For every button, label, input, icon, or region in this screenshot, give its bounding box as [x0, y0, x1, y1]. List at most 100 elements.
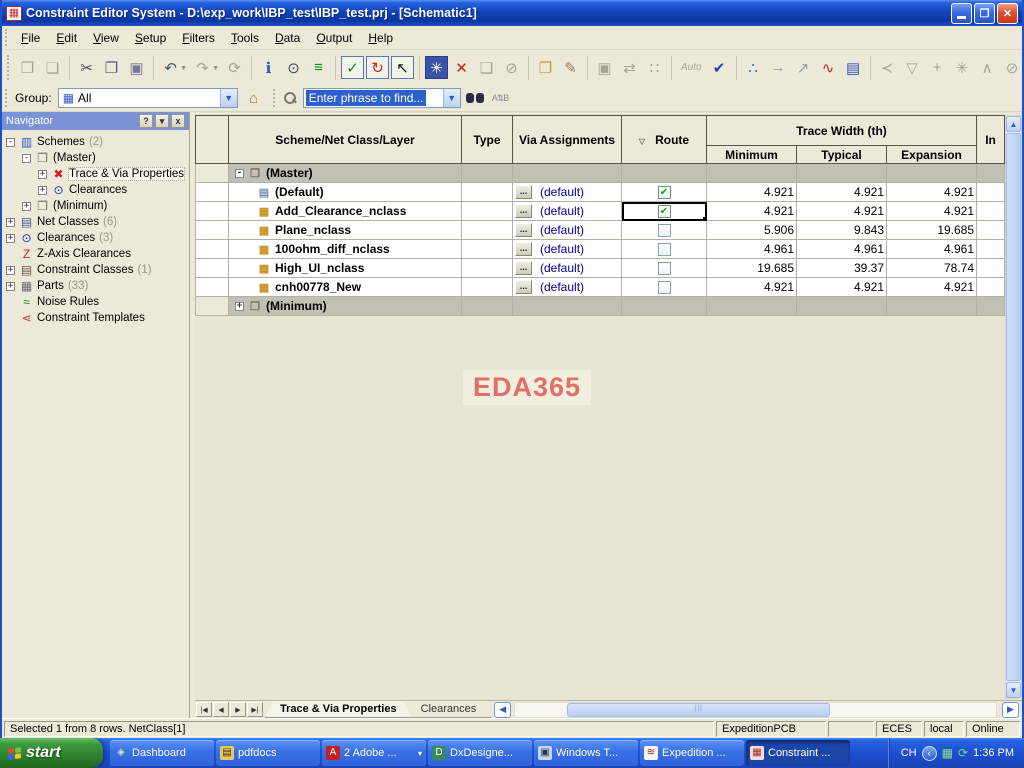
col-header-type[interactable]: Type: [461, 115, 513, 164]
tree-item-master[interactable]: - ❒ (Master): [4, 150, 187, 166]
tree-item-label[interactable]: Trace & Via Properties: [67, 167, 186, 181]
tree-item-z-axis-clearances[interactable]: +ZZ-Axis Clearances: [4, 246, 187, 262]
route-cell[interactable]: [621, 239, 707, 259]
via-browse-button[interactable]: ...: [515, 223, 532, 238]
tree-expander-icon[interactable]: +: [38, 185, 47, 195]
tray-chevron-icon[interactable]: ‹: [921, 745, 937, 761]
in-cell[interactable]: [976, 220, 1006, 240]
col-header-route[interactable]: ▽ Route: [621, 115, 707, 164]
trace-width-exp-cell[interactable]: [885, 296, 978, 316]
vertical-scrollbar[interactable]: ▲ ▼: [1005, 115, 1022, 699]
trace-width-min-cell[interactable]: 4.921: [706, 277, 797, 297]
type-cell[interactable]: [461, 239, 513, 259]
via-assignments-cell[interactable]: ... (default): [512, 277, 622, 297]
via-assignments-cell[interactable]: [512, 296, 622, 316]
tree-item-constraint-templates[interactable]: +⋖Constraint Templates: [4, 310, 187, 326]
trace-width-typ-cell[interactable]: [796, 296, 887, 316]
route-cell[interactable]: [621, 258, 707, 278]
route-cell[interactable]: [621, 296, 707, 316]
name-cell[interactable]: - ❒ (Master): [228, 163, 462, 183]
tree-item-trace-via-properties[interactable]: + ✖ Trace & Via Properties: [4, 166, 187, 182]
tree-item-schemes[interactable]: - ▥ Schemes (2): [4, 134, 187, 150]
vertical-scroll-thumb[interactable]: [1006, 133, 1021, 681]
menu-filters[interactable]: Filters: [174, 28, 223, 48]
trace-width-exp-cell[interactable]: 78.74: [885, 258, 978, 278]
trace-width-min-cell[interactable]: 5.906: [706, 220, 797, 240]
filter-funnel-icon[interactable]: ▽: [639, 137, 645, 146]
chevron-down-icon[interactable]: ▼: [219, 89, 237, 107]
row-header[interactable]: [195, 277, 229, 297]
col-header-expansion[interactable]: Expansion: [885, 145, 978, 164]
display-control-button[interactable]: ✓: [341, 56, 364, 79]
via-assignments-cell[interactable]: ... (default): [512, 182, 622, 202]
trace-width-typ-cell[interactable]: 9.843: [796, 220, 887, 240]
trace-width-exp-cell[interactable]: [885, 163, 978, 183]
in-cell[interactable]: [976, 258, 1006, 278]
import-button[interactable]: ❐: [534, 56, 557, 79]
menu-help[interactable]: Help: [360, 28, 401, 48]
chevron-down-icon[interactable]: ▾: [418, 749, 422, 758]
route-cell[interactable]: ✔: [621, 182, 707, 202]
tab-scroll-left-button[interactable]: ◀: [494, 701, 512, 718]
trace-width-min-cell[interactable]: 4.921: [706, 182, 797, 202]
row-expander-icon[interactable]: -: [235, 168, 244, 178]
menu-output[interactable]: Output: [308, 28, 360, 48]
name-cell[interactable]: ▦ High_UI_nclass: [228, 258, 462, 278]
route-checkbox[interactable]: [657, 224, 671, 238]
type-cell[interactable]: [461, 277, 513, 297]
via-value[interactable]: (default): [540, 261, 584, 275]
via-value[interactable]: (default): [540, 185, 584, 199]
tree-topology-button[interactable]: ∧: [976, 56, 999, 79]
restore-button[interactable]: ❐: [974, 2, 995, 24]
tree-item-label[interactable]: Clearances: [37, 232, 95, 244]
delete-button[interactable]: ✕: [450, 56, 473, 79]
via-value[interactable]: (default): [540, 242, 584, 256]
via-value[interactable]: (default): [540, 204, 584, 218]
via-assignments-cell[interactable]: ... (default): [512, 239, 622, 259]
route-cell[interactable]: [621, 163, 707, 183]
preview-button[interactable]: ⊙: [282, 56, 305, 79]
tree-item-minimum[interactable]: + ❒ (Minimum): [4, 198, 187, 214]
erase-button[interactable]: ⊘: [500, 56, 523, 79]
tab-trace-via-properties[interactable]: Trace & Via Properties: [265, 701, 412, 718]
cad-check-button[interactable]: ✔: [708, 56, 731, 79]
topology-button[interactable]: ∴: [742, 56, 765, 79]
star-topology-button[interactable]: ✳: [951, 56, 974, 79]
tree-item-label[interactable]: Constraint Classes: [37, 264, 134, 276]
dropdown-caret-icon[interactable]: ▼: [212, 65, 219, 72]
tree-item-label[interactable]: Clearances: [69, 184, 127, 196]
taskbar-ces[interactable]: ▦ Constraint ...: [746, 740, 850, 766]
tree-item-label[interactable]: Schemes: [37, 136, 85, 148]
undo-button[interactable]: ↶ ▼: [159, 56, 187, 79]
taskbar-expedition[interactable]: ≋ Expedition ...: [640, 740, 744, 766]
tree-expander-icon[interactable]: +: [22, 201, 31, 211]
stamp-button[interactable]: ❏: [475, 56, 498, 79]
trace-width-typ-cell[interactable]: 4.961: [796, 239, 887, 259]
spacing-button[interactable]: ∷: [643, 56, 666, 79]
tree-item-label[interactable]: Net Classes: [37, 216, 99, 228]
taskbar-computer[interactable]: ▣ Windows T...: [534, 740, 638, 766]
open-button[interactable]: ❐: [16, 56, 39, 79]
layers-button[interactable]: ≡: [307, 56, 330, 79]
probe1-button[interactable]: ⊘: [1001, 56, 1024, 79]
auto-button[interactable]: Auto: [677, 56, 706, 79]
col-header-trace-width[interactable]: Trace Width (th): [705, 115, 978, 146]
type-cell[interactable]: [461, 201, 513, 221]
save-button[interactable]: ❏: [41, 56, 64, 79]
row-header[interactable]: [195, 258, 229, 278]
route-edit-button[interactable]: ▽: [901, 56, 924, 79]
taskbar-dashboard[interactable]: ◈ Dashboard: [110, 740, 214, 766]
navigator-close-button[interactable]: x: [171, 114, 185, 128]
in-cell[interactable]: [976, 277, 1006, 297]
route-cell[interactable]: [621, 277, 707, 297]
pin-pair-button[interactable]: ≺: [876, 56, 899, 79]
minimize-button[interactable]: [951, 2, 972, 24]
scroll-up-icon[interactable]: ▲: [1006, 116, 1021, 132]
via-browse-button[interactable]: ...: [515, 185, 532, 200]
type-cell[interactable]: [461, 220, 513, 240]
tab-last-button[interactable]: ▶|: [247, 702, 263, 717]
trace-width-exp-cell[interactable]: 19.685: [885, 220, 978, 240]
menu-edit[interactable]: Edit: [48, 28, 85, 48]
menu-view[interactable]: View: [85, 28, 127, 48]
via-browse-button[interactable]: ...: [515, 242, 532, 257]
